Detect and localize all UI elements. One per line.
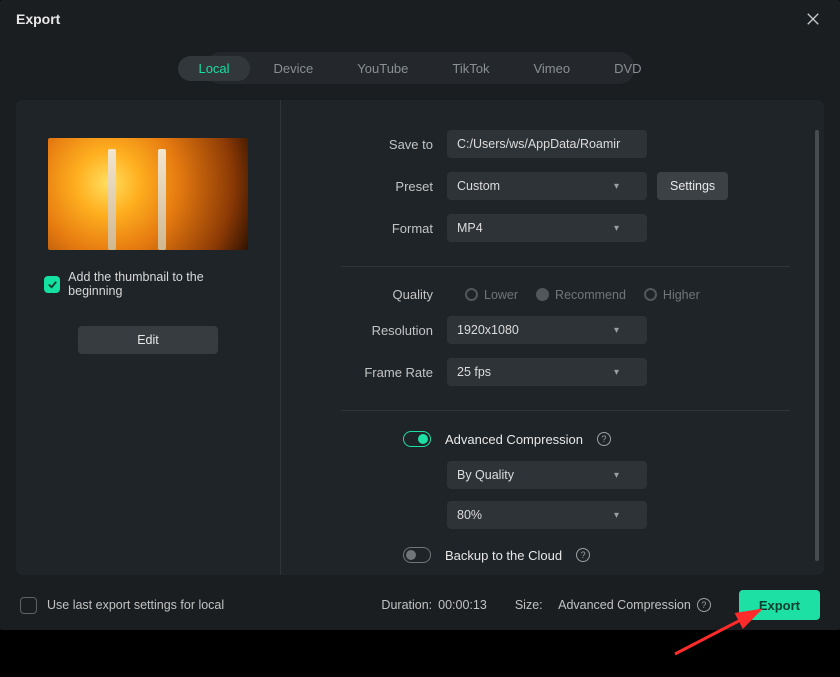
edit-button[interactable]: Edit [78,326,218,354]
backup-cloud-label: Backup to the Cloud [445,548,562,563]
chevron-down-icon: ▾ [614,470,619,481]
save-to-value: C:/Users/ws/AppData/Roamir [457,137,620,151]
save-to-field[interactable]: C:/Users/ws/AppData/Roamir [447,130,647,158]
settings-column: Save to C:/Users/ws/AppData/Roamir Prese… [281,100,824,575]
tab-dvd[interactable]: DVD [594,56,661,81]
use-last-settings-checkbox[interactable] [20,597,37,614]
titlebar: Export [0,0,840,38]
format-select[interactable]: MP4 ▾ [447,214,647,242]
main-panel: Add the thumbnail to the beginning Edit … [16,100,824,575]
tab-local[interactable]: Local [178,56,249,81]
tab-youtube[interactable]: YouTube [337,56,428,81]
preset-value: Custom [457,179,500,193]
export-dialog: Export Local Device YouTube TikTok Vimeo… [0,0,840,630]
export-button[interactable]: Export [739,590,820,620]
advanced-compression-toggle[interactable] [403,431,431,447]
window-title: Export [16,11,60,27]
add-thumbnail-label: Add the thumbnail to the beginning [68,270,252,298]
size-display: Size: Advanced Compression ? [515,598,711,612]
preset-label: Preset [341,179,447,194]
chevron-down-icon: ▾ [614,223,619,234]
chevron-down-icon: ▾ [614,325,619,336]
help-icon[interactable]: ? [576,548,590,562]
settings-button[interactable]: Settings [657,172,728,200]
backup-cloud-toggle[interactable] [403,547,431,563]
tab-device[interactable]: Device [254,56,334,81]
add-thumbnail-row: Add the thumbnail to the beginning [44,270,252,298]
quality-recommend[interactable]: Recommend [536,288,626,302]
framerate-value: 25 fps [457,365,491,379]
tab-vimeo[interactable]: Vimeo [513,56,590,81]
compression-mode-value: By Quality [457,468,514,482]
tab-tiktok[interactable]: TikTok [432,56,509,81]
compression-value: 80% [457,508,482,522]
scrollbar[interactable] [815,130,819,561]
preset-select[interactable]: Custom ▾ [447,172,647,200]
divider [341,410,790,411]
resolution-select[interactable]: 1920x1080 ▾ [447,316,647,344]
framerate-select[interactable]: 25 fps ▾ [447,358,647,386]
quality-label: Quality [341,287,447,302]
use-last-settings-label: Use last export settings for local [47,598,224,612]
footer: Use last export settings for local Durat… [0,575,840,635]
chevron-down-icon: ▾ [614,367,619,378]
format-label: Format [341,221,447,236]
chevron-down-icon: ▾ [614,181,619,192]
close-icon[interactable] [802,8,824,30]
add-thumbnail-checkbox[interactable] [44,276,60,293]
tab-bar: Local Device YouTube TikTok Vimeo DVD [205,52,635,84]
save-to-label: Save to [341,137,447,152]
framerate-label: Frame Rate [341,365,447,380]
resolution-label: Resolution [341,323,447,338]
compression-mode-select[interactable]: By Quality ▾ [447,461,647,489]
thumbnail-column: Add the thumbnail to the beginning Edit [16,100,281,575]
advanced-compression-label: Advanced Compression [445,432,583,447]
quality-higher[interactable]: Higher [644,288,700,302]
thumbnail-preview[interactable] [48,138,248,250]
duration-display: Duration:00:00:13 [381,598,486,612]
compression-value-select[interactable]: 80% ▾ [447,501,647,529]
chevron-down-icon: ▾ [614,510,619,521]
quality-lower[interactable]: Lower [465,288,518,302]
help-icon[interactable]: ? [697,598,711,612]
resolution-value: 1920x1080 [457,323,519,337]
divider [341,266,790,267]
format-value: MP4 [457,221,483,235]
help-icon[interactable]: ? [597,432,611,446]
